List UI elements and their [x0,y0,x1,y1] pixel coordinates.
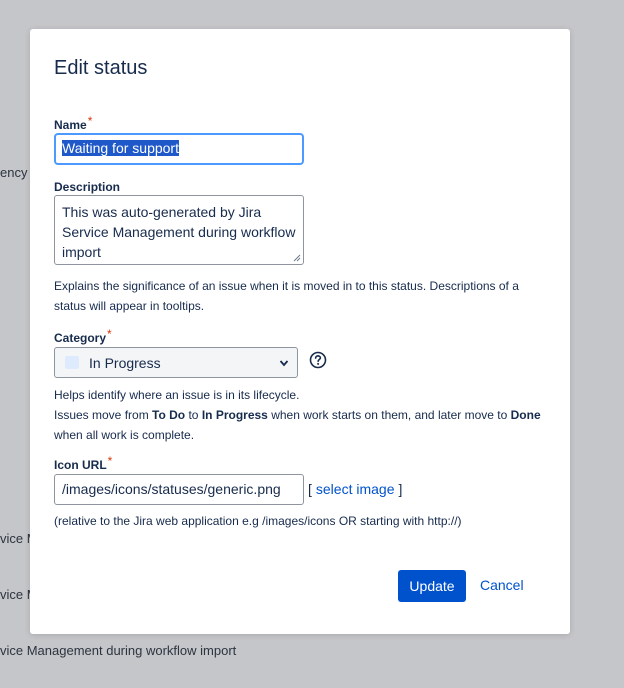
category-selected-value: In Progress [89,355,161,371]
help-bold-done: Done [510,408,541,422]
chevron-down-icon [279,360,289,367]
icon-url-label-text: Icon URL [54,458,107,472]
category-help-line-3: when all work is complete. [54,428,195,442]
edit-status-dialog: Edit status Name* Waiting for support De… [30,29,570,634]
help-text: Issues move from [54,408,153,422]
help-bold-in-progress: In Progress [201,408,268,422]
name-label: Name* [54,114,92,132]
category-select[interactable]: In Progress [54,347,298,378]
required-marker: * [107,454,113,468]
cancel-link[interactable]: Cancel [480,577,524,593]
icon-url-value: /images/icons/statuses/generic.png [62,481,281,497]
icon-url-input[interactable]: /images/icons/statuses/generic.png [54,474,304,505]
help-bold-to-do: To Do [152,408,186,422]
question-circle-icon[interactable] [309,351,327,369]
description-textarea[interactable]: This was auto-generated by Jira Service … [54,195,304,265]
category-label-text: Category [54,331,107,345]
description-value: This was auto-generated by Jira Service … [62,204,296,260]
icon-url-label: Icon URL* [54,454,112,472]
resize-handle-icon[interactable] [293,254,301,262]
bracket-open: [ [308,481,312,497]
name-input-value: Waiting for support [62,140,179,156]
background-text-service-3: vice Management during workflow import [0,643,237,658]
category-help-line-1: Helps identify where an issue is in its … [54,388,300,402]
select-image-group: [select image] [308,481,402,497]
dialog-title: Edit status [54,57,148,79]
bracket-close: ] [398,481,403,497]
required-marker: * [87,114,93,128]
icon-url-help: (relative to the Jira web application e.… [54,514,462,528]
description-label: Description [54,180,121,194]
name-input[interactable]: Waiting for support [54,133,304,165]
select-image-link[interactable]: select image [316,481,395,497]
category-help-line-2: Issues move from To Do to In Progress wh… [54,405,541,425]
category-label: Category* [54,327,112,345]
background-text-agency: ency [0,165,28,180]
help-text: when work starts on them, and later move… [267,408,511,422]
category-color-swatch [65,356,79,369]
update-button[interactable]: Update [398,570,466,602]
description-help: Explains the significance of an issue wh… [54,279,519,313]
name-label-text: Name [54,118,87,132]
help-text: to [185,408,202,422]
required-marker: * [107,327,112,341]
